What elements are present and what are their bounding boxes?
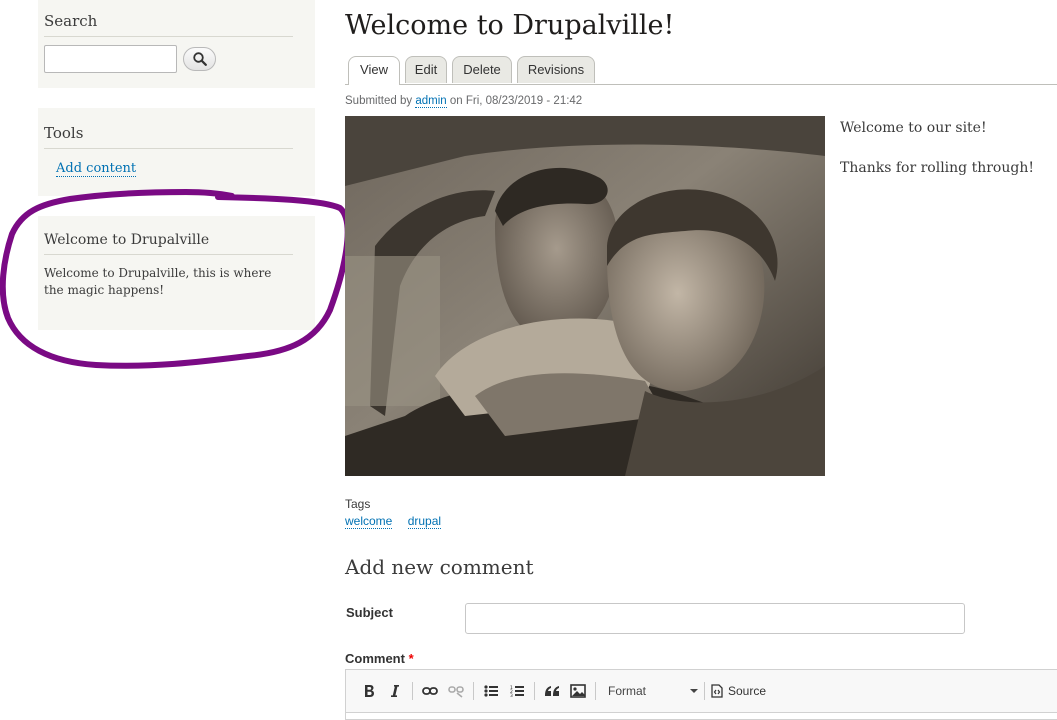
comment-label: Comment * — [345, 651, 414, 666]
comment-form-heading: Add new comment — [345, 555, 534, 579]
search-button[interactable] — [183, 47, 216, 71]
image-icon — [570, 684, 586, 698]
body-paragraph: Thanks for rolling through! — [840, 160, 1034, 176]
source-label: Source — [728, 684, 767, 698]
submitted-date: on Fri, 08/23/2019 - 21:42 — [449, 95, 583, 107]
italic-button[interactable] — [384, 680, 406, 702]
tags-label: Tags — [345, 497, 371, 511]
search-block-title: Search — [44, 12, 293, 37]
search-form — [44, 45, 293, 73]
page-title: Welcome to Drupalville! — [345, 10, 675, 41]
search-block: Search — [38, 0, 315, 88]
tab-delete[interactable]: Delete — [452, 56, 512, 83]
submitted-info: Submitted by admin on Fri, 08/23/2019 - … — [345, 95, 583, 108]
toolbar-separator — [473, 682, 474, 700]
add-content-link[interactable]: Add content — [56, 161, 137, 177]
numbered-list-icon: 123 — [510, 685, 524, 697]
source-icon — [711, 684, 723, 698]
source-button[interactable]: Source — [711, 684, 766, 698]
editor-toolbar: 123 Format Source — [346, 670, 1057, 713]
toolbar-separator — [412, 682, 413, 700]
numbered-list-button[interactable]: 123 — [506, 680, 528, 702]
toolbar-separator — [534, 682, 535, 700]
dropdown-arrow-icon — [690, 689, 698, 693]
toolbar-separator — [704, 682, 705, 700]
subject-label: Subject — [346, 605, 393, 620]
unlink-icon — [448, 686, 464, 698]
italic-icon — [391, 685, 399, 697]
search-input[interactable] — [44, 45, 177, 73]
tools-block-title: Tools — [44, 124, 293, 149]
tab-edit[interactable]: Edit — [405, 56, 447, 83]
welcome-block-title: Welcome to Drupalville — [44, 232, 293, 255]
tag-link-welcome[interactable]: welcome — [345, 514, 393, 529]
tab-revisions[interactable]: Revisions — [517, 56, 595, 83]
body-paragraph: Welcome to our site! — [840, 120, 987, 136]
comment-label-text: Comment — [345, 651, 405, 666]
required-marker: * — [408, 651, 414, 666]
local-tasks-tabs: View Edit Delete Revisions — [345, 55, 1057, 85]
svg-text:3: 3 — [510, 693, 513, 697]
tools-block: Tools Add content — [38, 108, 315, 196]
image-button[interactable] — [567, 680, 589, 702]
article-photo — [345, 116, 825, 476]
blockquote-icon — [545, 686, 559, 696]
bold-button[interactable] — [358, 680, 380, 702]
tab-view[interactable]: View — [348, 56, 400, 85]
bulleted-list-button[interactable] — [480, 680, 502, 702]
welcome-block: Welcome to Drupalville Welcome to Drupal… — [38, 216, 315, 330]
author-link[interactable]: admin — [415, 95, 447, 108]
blockquote-button[interactable] — [541, 680, 563, 702]
unlink-button[interactable] — [445, 680, 467, 702]
welcome-block-body: Welcome to Drupalville, this is where th… — [44, 266, 272, 297]
link-button[interactable] — [419, 680, 441, 702]
format-dropdown[interactable]: Format — [604, 680, 702, 702]
search-icon — [192, 52, 207, 66]
tags-list: welcome drupal — [345, 514, 453, 529]
subject-input[interactable] — [465, 603, 965, 634]
link-icon — [422, 687, 438, 695]
article-body: Welcome to our site! Thanks for rolling … — [840, 118, 1050, 198]
format-label: Format — [608, 684, 647, 698]
bold-icon — [365, 685, 374, 697]
comment-editor[interactable]: 123 Format Source — [345, 669, 1057, 720]
submitted-prefix: Submitted by — [345, 95, 413, 107]
bulleted-list-icon — [484, 685, 498, 697]
toolbar-separator — [595, 682, 596, 700]
tag-link-drupal[interactable]: drupal — [407, 514, 442, 529]
